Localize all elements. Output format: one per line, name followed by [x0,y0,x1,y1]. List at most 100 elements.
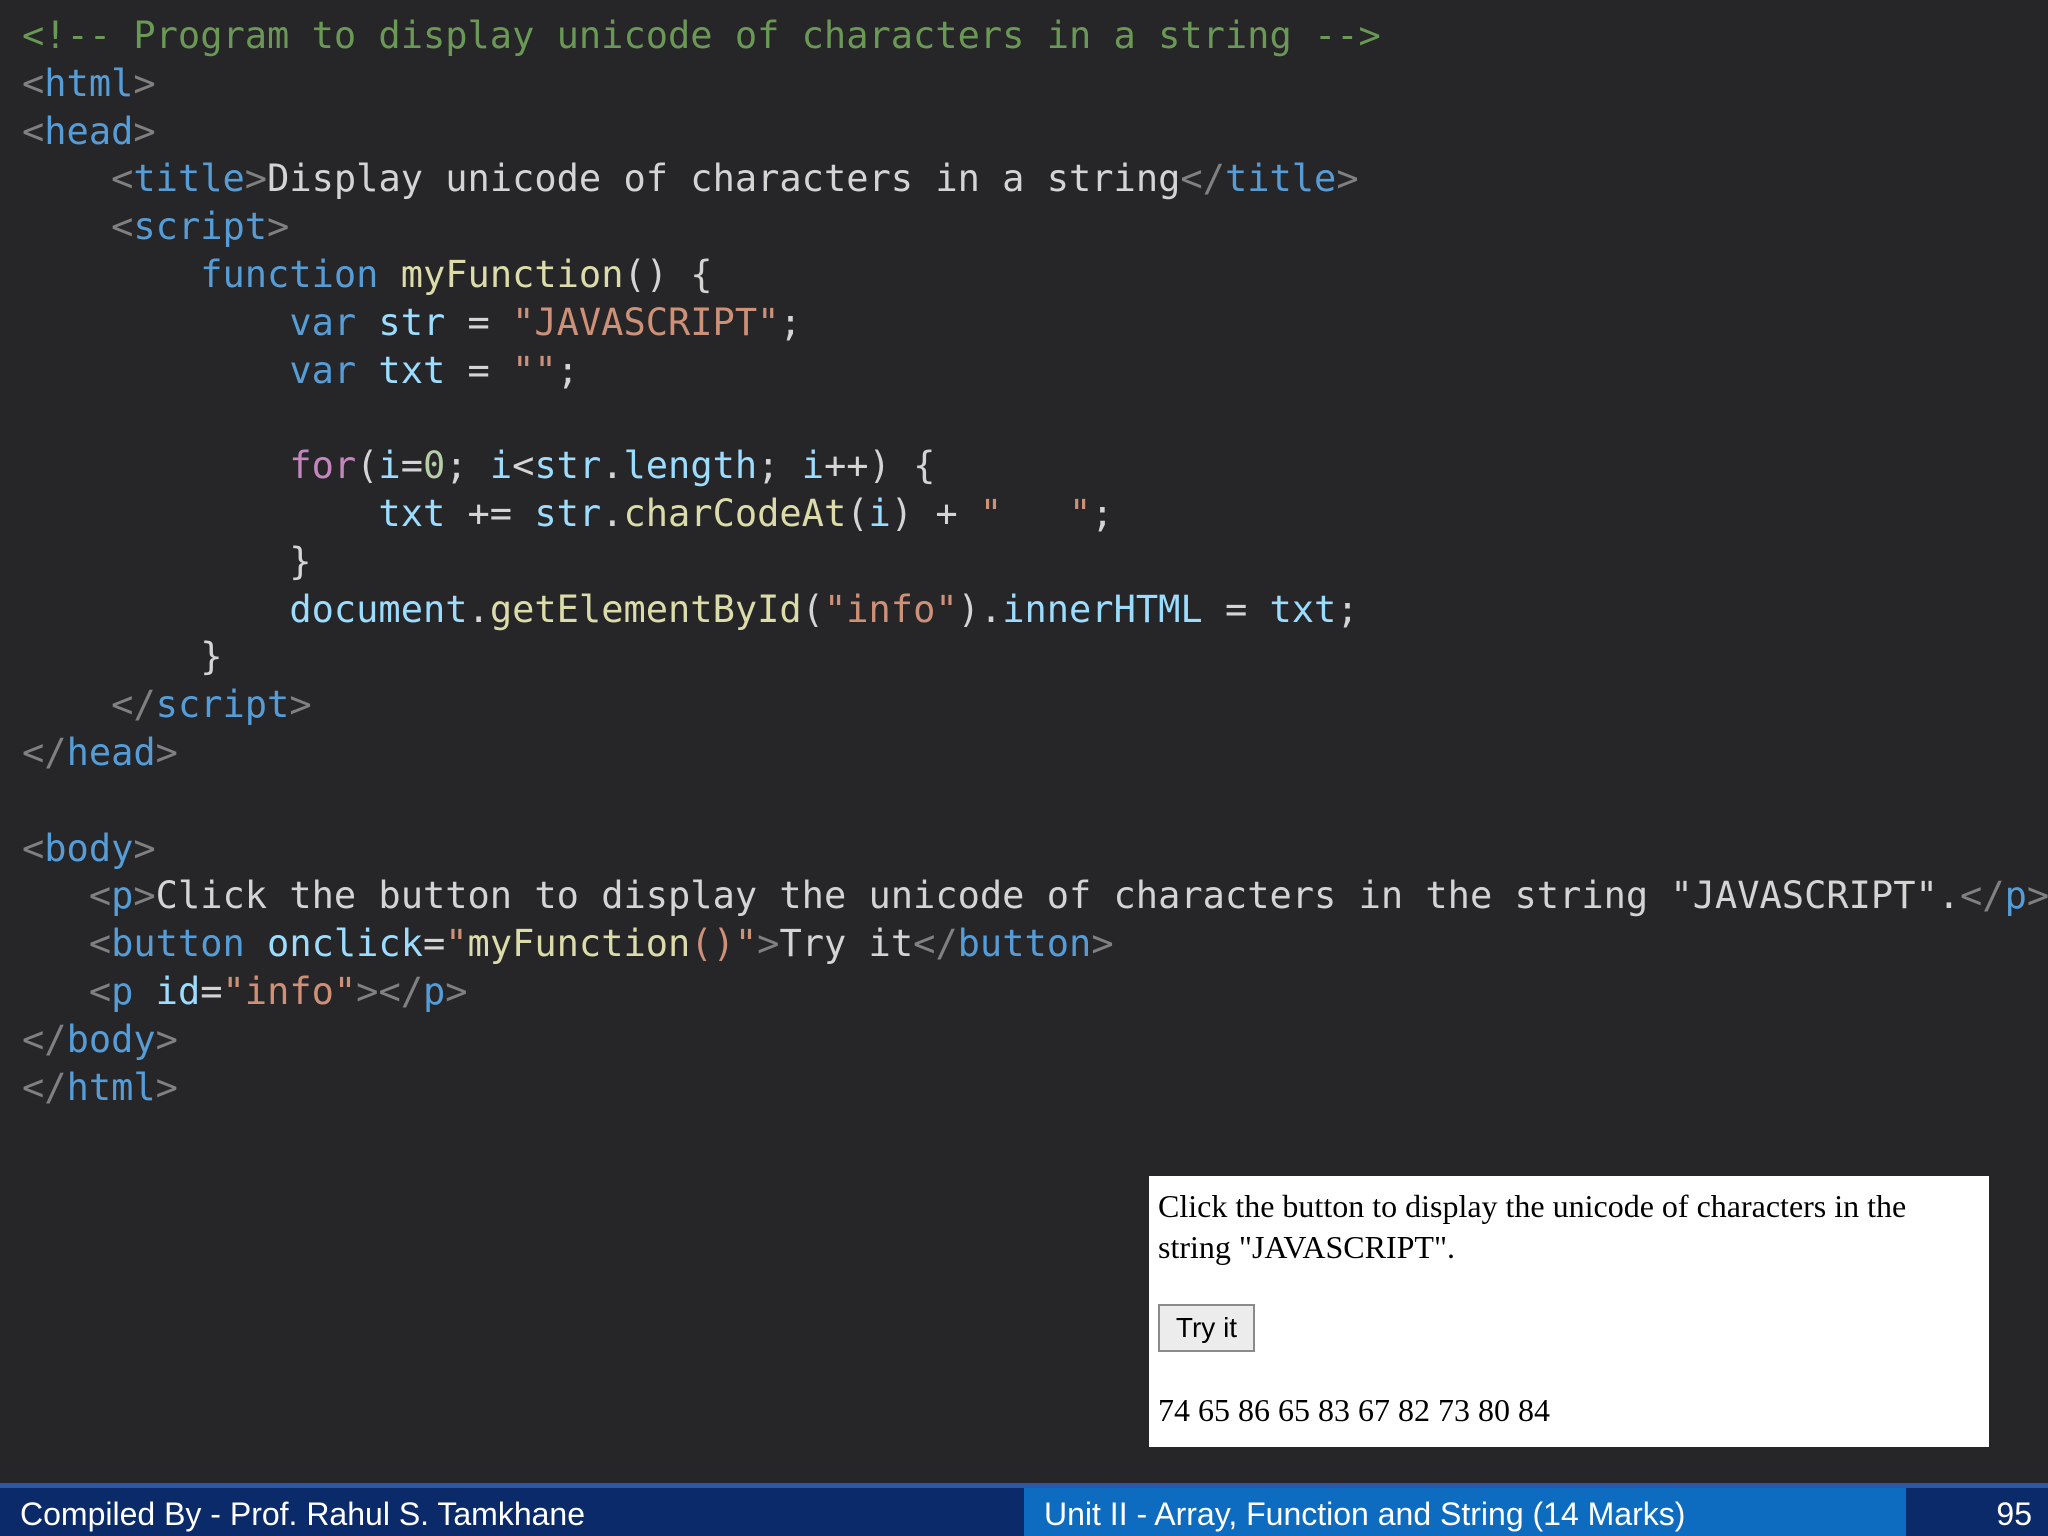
code-token: . [601,491,624,535]
code-token: } [22,635,223,679]
code-token: html [44,61,134,105]
code-token: 0 [422,444,446,488]
code-token: document [289,587,468,631]
code-token: str [534,491,602,535]
code-token: </ [111,683,156,727]
footer-author: Compiled By - Prof. Rahul S. Tamkhane [20,1496,585,1532]
code-token: > [267,205,290,249]
code-token: < [88,922,112,966]
code-token: script [155,683,290,727]
code-line: <head> [22,108,2048,156]
code-token: > [1091,922,1114,966]
code-token: . [601,444,624,488]
code-line: document.getElementById("info").innerHTM… [22,586,2048,634]
code-line: var txt = ""; [22,347,2048,395]
code-token: > [445,969,468,1013]
code-token: title [133,157,245,201]
code-token: () { [623,252,713,296]
code-token: button [111,922,245,966]
code-token: title [1224,157,1337,201]
code-line: <p id="info"></p> [22,968,2048,1016]
code-line: </body> [22,1016,2048,1064]
code-token: "JAVASCRIPT" [512,300,780,344]
code-token: = [400,444,423,488]
code-line: function myFunction() { [22,251,2048,299]
code-token: head [44,109,134,153]
code-token: onclick [267,922,423,966]
code-token: < [512,444,535,488]
code-token: html [66,1065,156,1109]
code-token: = [422,922,446,966]
code-line: for(i=0; i<str.length; i++) { [22,442,2048,490]
code-token: > [133,874,156,918]
code-token: Display unicode of characters in a strin… [267,157,1181,201]
code-token: > [757,922,780,966]
code-token: </ [22,730,67,774]
code-token: > [1336,157,1359,201]
code-token: ( [801,587,824,631]
code-line: <script> [22,203,2048,251]
code-token: </ [22,1017,67,1061]
code-token: txt [1269,587,1337,631]
code-token: > [289,683,312,727]
code-token: ></ [356,969,423,1013]
code-token: ; [1336,587,1359,631]
code-token: </ [22,1065,67,1109]
code-token: for [289,444,357,488]
code-token: < [22,826,45,870]
code-token: head [66,730,156,774]
code-token: } [22,539,312,583]
code-token: <!-- Program to display unicode of chara… [22,14,1381,57]
code-listing: <!-- Program to display unicode of chara… [22,12,2048,1111]
code-token: id [155,969,201,1013]
code-token: button [957,922,1092,966]
code-token: </ [913,922,958,966]
code-token: ; [445,444,490,488]
code-token: ( [356,444,379,488]
code-token: . [467,587,490,631]
code-token: str [534,444,602,488]
code-token: i [489,444,513,488]
code-token: txt [378,491,446,535]
code-token: " " [979,491,1092,535]
slide-footer: Compiled By - Prof. Rahul S. Tamkhane Un… [0,1483,2048,1536]
code-token: > [133,109,156,153]
footer-unit-bar: Unit II - Array, Function and String (14… [1024,1488,1906,1536]
code-token: innerHTML [1002,587,1203,631]
code-token: < [111,205,134,249]
code-token: p [2004,874,2027,918]
try-it-button[interactable]: Try it [1158,1304,1255,1352]
code-token: Click the button to display the unicode … [155,874,1961,918]
code-token: myFunction [467,922,691,966]
code-token: </ [1180,157,1225,201]
code-token: i [378,444,401,488]
code-token: < [111,157,134,201]
code-token: ( [846,491,869,535]
code-token: body [44,826,134,870]
code-line: txt += str.charCodeAt(i) + " "; [22,490,2048,538]
code-token: > [155,730,178,774]
code-line: <p>Click the button to display the unico… [22,872,2048,920]
code-token: p [111,969,134,1013]
code-token: "" [512,348,557,392]
code-token: charCodeAt [623,491,847,535]
code-token: " [734,922,758,966]
code-line: </head> [22,729,2048,777]
code-line: <title>Display unicode of characters in … [22,155,2048,203]
code-token: var [289,348,357,392]
code-token: = [1202,587,1270,631]
